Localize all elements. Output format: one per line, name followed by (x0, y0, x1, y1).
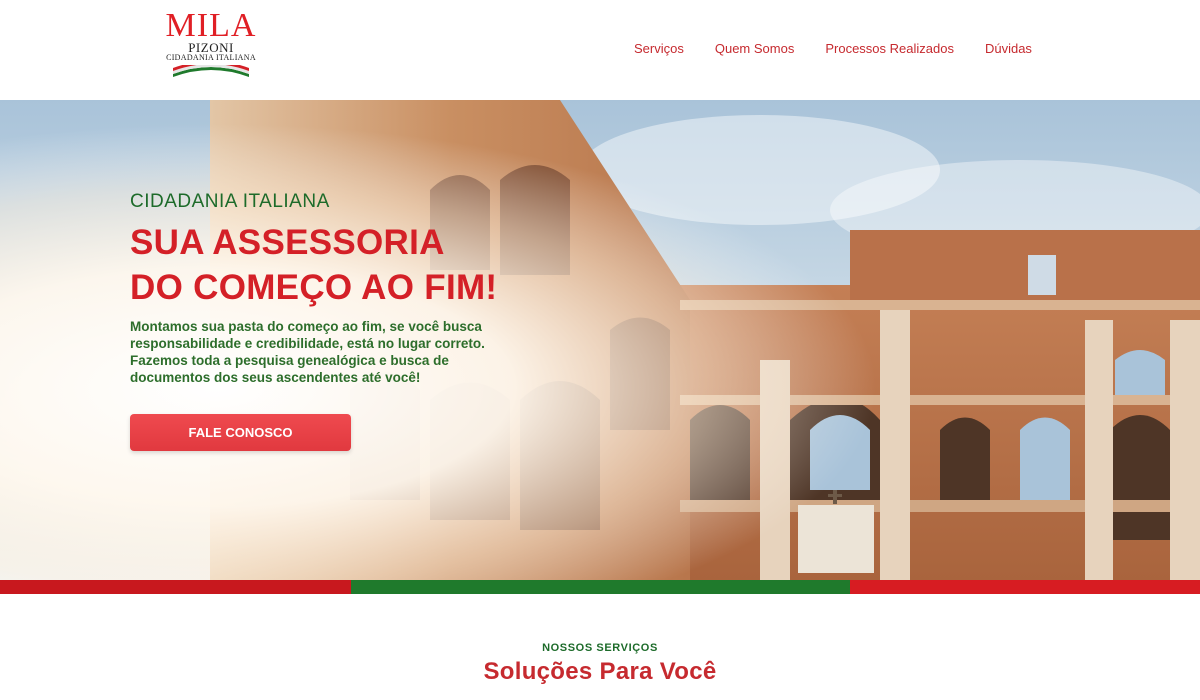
hero-headline-line2: DO COMEÇO AO FIM! (130, 268, 498, 307)
logo-wordmark: MILA (165, 7, 257, 44)
italian-flag-swoosh-icon (173, 65, 249, 77)
services-kicker: NOSSOS SERVIÇOS (542, 642, 658, 654)
services-title: Soluções Para Você (483, 658, 717, 685)
logo-tagline: CIDADANIA ITALIANA (166, 53, 256, 62)
italian-flag-divider (0, 580, 1200, 594)
divider-red-right (850, 580, 1200, 594)
main-nav: Serviços Quem Somos Processos Realizados… (634, 40, 1032, 58)
nav-item-servicos[interactable]: Serviços (634, 40, 684, 58)
hero-description: Montamos sua pasta do começo ao fim, se … (130, 319, 485, 385)
hero-section: CIDADANIA ITALIANA SUA ASSESSORIA DO COM… (0, 100, 1200, 580)
hero-content: CIDADANIA ITALIANA SUA ASSESSORIA DO COM… (130, 190, 550, 451)
divider-green (351, 580, 850, 594)
brand-logo[interactable]: MILA PIZONI CIDADANIA ITALIANA (156, 7, 266, 90)
contact-button[interactable]: FALE CONOSCO (130, 414, 351, 451)
hero-headline-line1: SUA ASSESSORIA (130, 223, 445, 262)
nav-item-duvidas[interactable]: Dúvidas (985, 40, 1032, 58)
site-header: MILA PIZONI CIDADANIA ITALIANA Serviços … (0, 0, 1200, 100)
nav-item-quem-somos[interactable]: Quem Somos (715, 40, 794, 58)
divider-red-left (0, 580, 351, 594)
nav-item-processos-realizados[interactable]: Processos Realizados (825, 40, 954, 58)
hero-kicker: CIDADANIA ITALIANA (130, 191, 330, 212)
services-section: NOSSOS SERVIÇOS Soluções Para Você (0, 594, 1200, 700)
hero-headline: SUA ASSESSORIA DO COMEÇO AO FIM! (130, 220, 550, 310)
